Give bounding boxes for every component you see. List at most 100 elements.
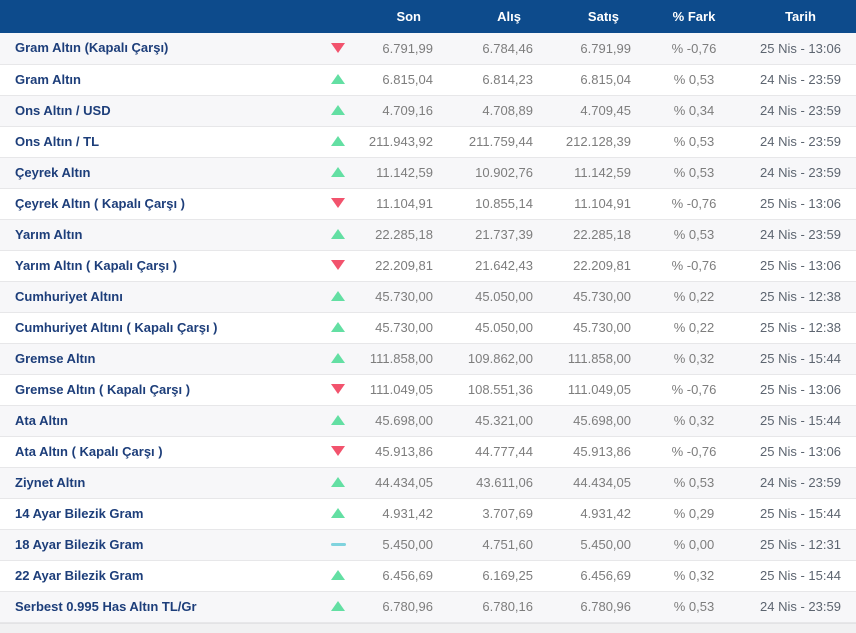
gold-prices-widget: Son Alış Satış % Fark Tarih Gram Altın (… [0,0,856,633]
fark-value: % 0,32 [673,351,715,366]
son-value: 5.450,00 [382,537,433,552]
fark-value: % 0,32 [673,413,715,428]
satis-value: 212.128,39 [565,134,631,149]
satis-value: 11.142,59 [574,165,631,180]
instrument-name-link[interactable]: Yarım Altın ( Kapalı Çarşı ) [15,258,177,273]
table-row: Ons Altın / USD 4.709,16 4.708,89 4.709,… [0,95,856,126]
fark-value: % 0,22 [673,289,715,304]
son-value: 6.780,96 [382,599,433,614]
table-row: Çeyrek Altın 11.142,59 10.902,76 11.142,… [0,157,856,188]
tarih-value: 25 Nis - 12:31 [760,537,841,552]
table-row: Gram Altın 6.815,04 6.814,23 6.815,04 % … [0,64,856,95]
header-fark: % Fark [672,9,716,24]
son-value: 22.209,81 [375,258,433,273]
tarih-value: 24 Nis - 23:59 [760,599,841,614]
trend-up-icon [331,415,345,426]
trend-up-icon [331,601,345,612]
instrument-name-link[interactable]: Gram Altın [15,72,81,87]
instrument-name-link[interactable]: Ons Altın / USD [15,103,111,118]
table-row: Ziynet Altın 44.434,05 43.611,06 44.434,… [0,467,856,498]
instrument-name-link[interactable]: Ziynet Altın [15,475,85,490]
son-value: 11.142,59 [376,165,433,180]
tarih-value: 25 Nis - 12:38 [760,320,841,335]
instrument-name-link[interactable]: Çeyrek Altın ( Kapalı Çarşı ) [15,196,185,211]
trend-flat-icon [330,542,346,546]
instrument-name-link[interactable]: Yarım Altın [15,227,82,242]
trend-up-icon [331,229,345,240]
son-value: 111.858,00 [369,351,433,366]
satis-value: 111.858,00 [567,351,631,366]
alis-value: 109.862,00 [467,351,533,366]
instrument-name-link[interactable]: Ata Altın ( Kapalı Çarşı ) [15,444,163,459]
header-son: Son [396,9,421,24]
fark-value: % 0,22 [673,320,715,335]
instrument-name-link[interactable]: Çeyrek Altın [15,165,90,180]
tarih-value: 25 Nis - 13:06 [760,258,841,273]
header-satis: Satış [587,9,619,24]
fark-value: % 0,29 [673,506,715,521]
trend-up-icon [331,508,345,519]
trend-up-icon [331,353,345,364]
satis-value: 5.450,00 [580,537,631,552]
son-value: 4.931,42 [382,506,433,521]
fark-value: % 0,53 [673,227,715,242]
table-row: Çeyrek Altın ( Kapalı Çarşı ) 11.104,91 … [0,188,856,219]
satis-value: 6.456,69 [580,568,631,583]
table-row: 22 Ayar Bilezik Gram 6.456,69 6.169,25 6… [0,560,856,591]
alis-value: 45.050,00 [475,320,533,335]
alis-value: 44.777,44 [475,444,533,459]
son-value: 22.285,18 [375,227,433,242]
instrument-name-link[interactable]: Serbest 0.995 Has Altın TL/Gr [15,599,197,614]
gold-table-body: Gram Altın (Kapalı Çarşı) 6.791,99 6.784… [0,33,856,622]
alis-value: 6.169,25 [482,568,533,583]
trend-down-icon [331,43,345,54]
trend-up-icon [331,105,345,116]
instrument-name-link[interactable]: 22 Ayar Bilezik Gram [15,568,143,583]
table-row: Ons Altın / TL 211.943,92 211.759,44 212… [0,126,856,157]
trend-up-icon [331,291,345,302]
instrument-name-link[interactable]: Cumhuriyet Altını [15,289,123,304]
son-value: 111.049,05 [369,382,433,397]
fark-value: % -0,76 [671,258,717,273]
fark-value: % 0,53 [673,72,715,87]
tarih-value: 24 Nis - 23:59 [760,165,841,180]
trend-up-icon [331,167,345,178]
satis-value: 45.698,00 [573,413,631,428]
son-value: 211.943,92 [368,134,433,149]
instrument-name-link[interactable]: 18 Ayar Bilezik Gram [15,537,143,552]
instrument-name-link[interactable]: Ons Altın / TL [15,134,99,149]
son-value: 45.913,86 [375,444,433,459]
instrument-name-link[interactable]: Gram Altın (Kapalı Çarşı) [15,40,168,55]
tarih-value: 25 Nis - 15:44 [760,351,841,366]
tarih-value: 25 Nis - 13:06 [760,40,841,56]
instrument-name-link[interactable]: Ata Altın [15,413,68,428]
instrument-name-link[interactable]: 14 Ayar Bilezik Gram [15,506,143,521]
alis-value: 6.784,46 [482,40,533,56]
instrument-name-link[interactable]: Gremse Altın ( Kapalı Çarşı ) [15,382,190,397]
satis-value: 22.285,18 [573,227,631,242]
tarih-value: 24 Nis - 23:59 [760,134,841,149]
header-tarih: Tarih [785,9,816,24]
fark-value: % -0,76 [671,382,717,397]
fark-value: % 0,00 [673,537,715,552]
tarih-value: 25 Nis - 13:06 [760,196,841,211]
tarih-value: 24 Nis - 23:59 [760,227,841,242]
fark-value: % 0,53 [673,134,715,149]
alis-value: 6.780,16 [482,599,533,614]
satis-value: 111.049,05 [567,382,631,397]
trend-down-icon [331,198,345,209]
instrument-name-link[interactable]: Cumhuriyet Altını ( Kapalı Çarşı ) [15,320,218,335]
header-trend [315,0,361,33]
alis-value: 10.902,76 [475,165,533,180]
table-row: Gremse Altın 111.858,00 109.862,00 111.8… [0,343,856,374]
fark-value: % 0,53 [673,165,715,180]
alis-value: 108.551,36 [467,382,533,397]
table-header-row: Son Alış Satış % Fark Tarih [0,0,856,33]
instrument-name-link[interactable]: Gremse Altın [15,351,95,366]
son-value: 6.815,04 [382,72,433,87]
satis-value: 4.931,42 [580,506,631,521]
table-row: 14 Ayar Bilezik Gram 4.931,42 3.707,69 4… [0,498,856,529]
alis-value: 4.708,89 [482,103,533,118]
fark-value: % -0,76 [671,196,717,211]
son-value: 4.709,16 [382,103,433,118]
